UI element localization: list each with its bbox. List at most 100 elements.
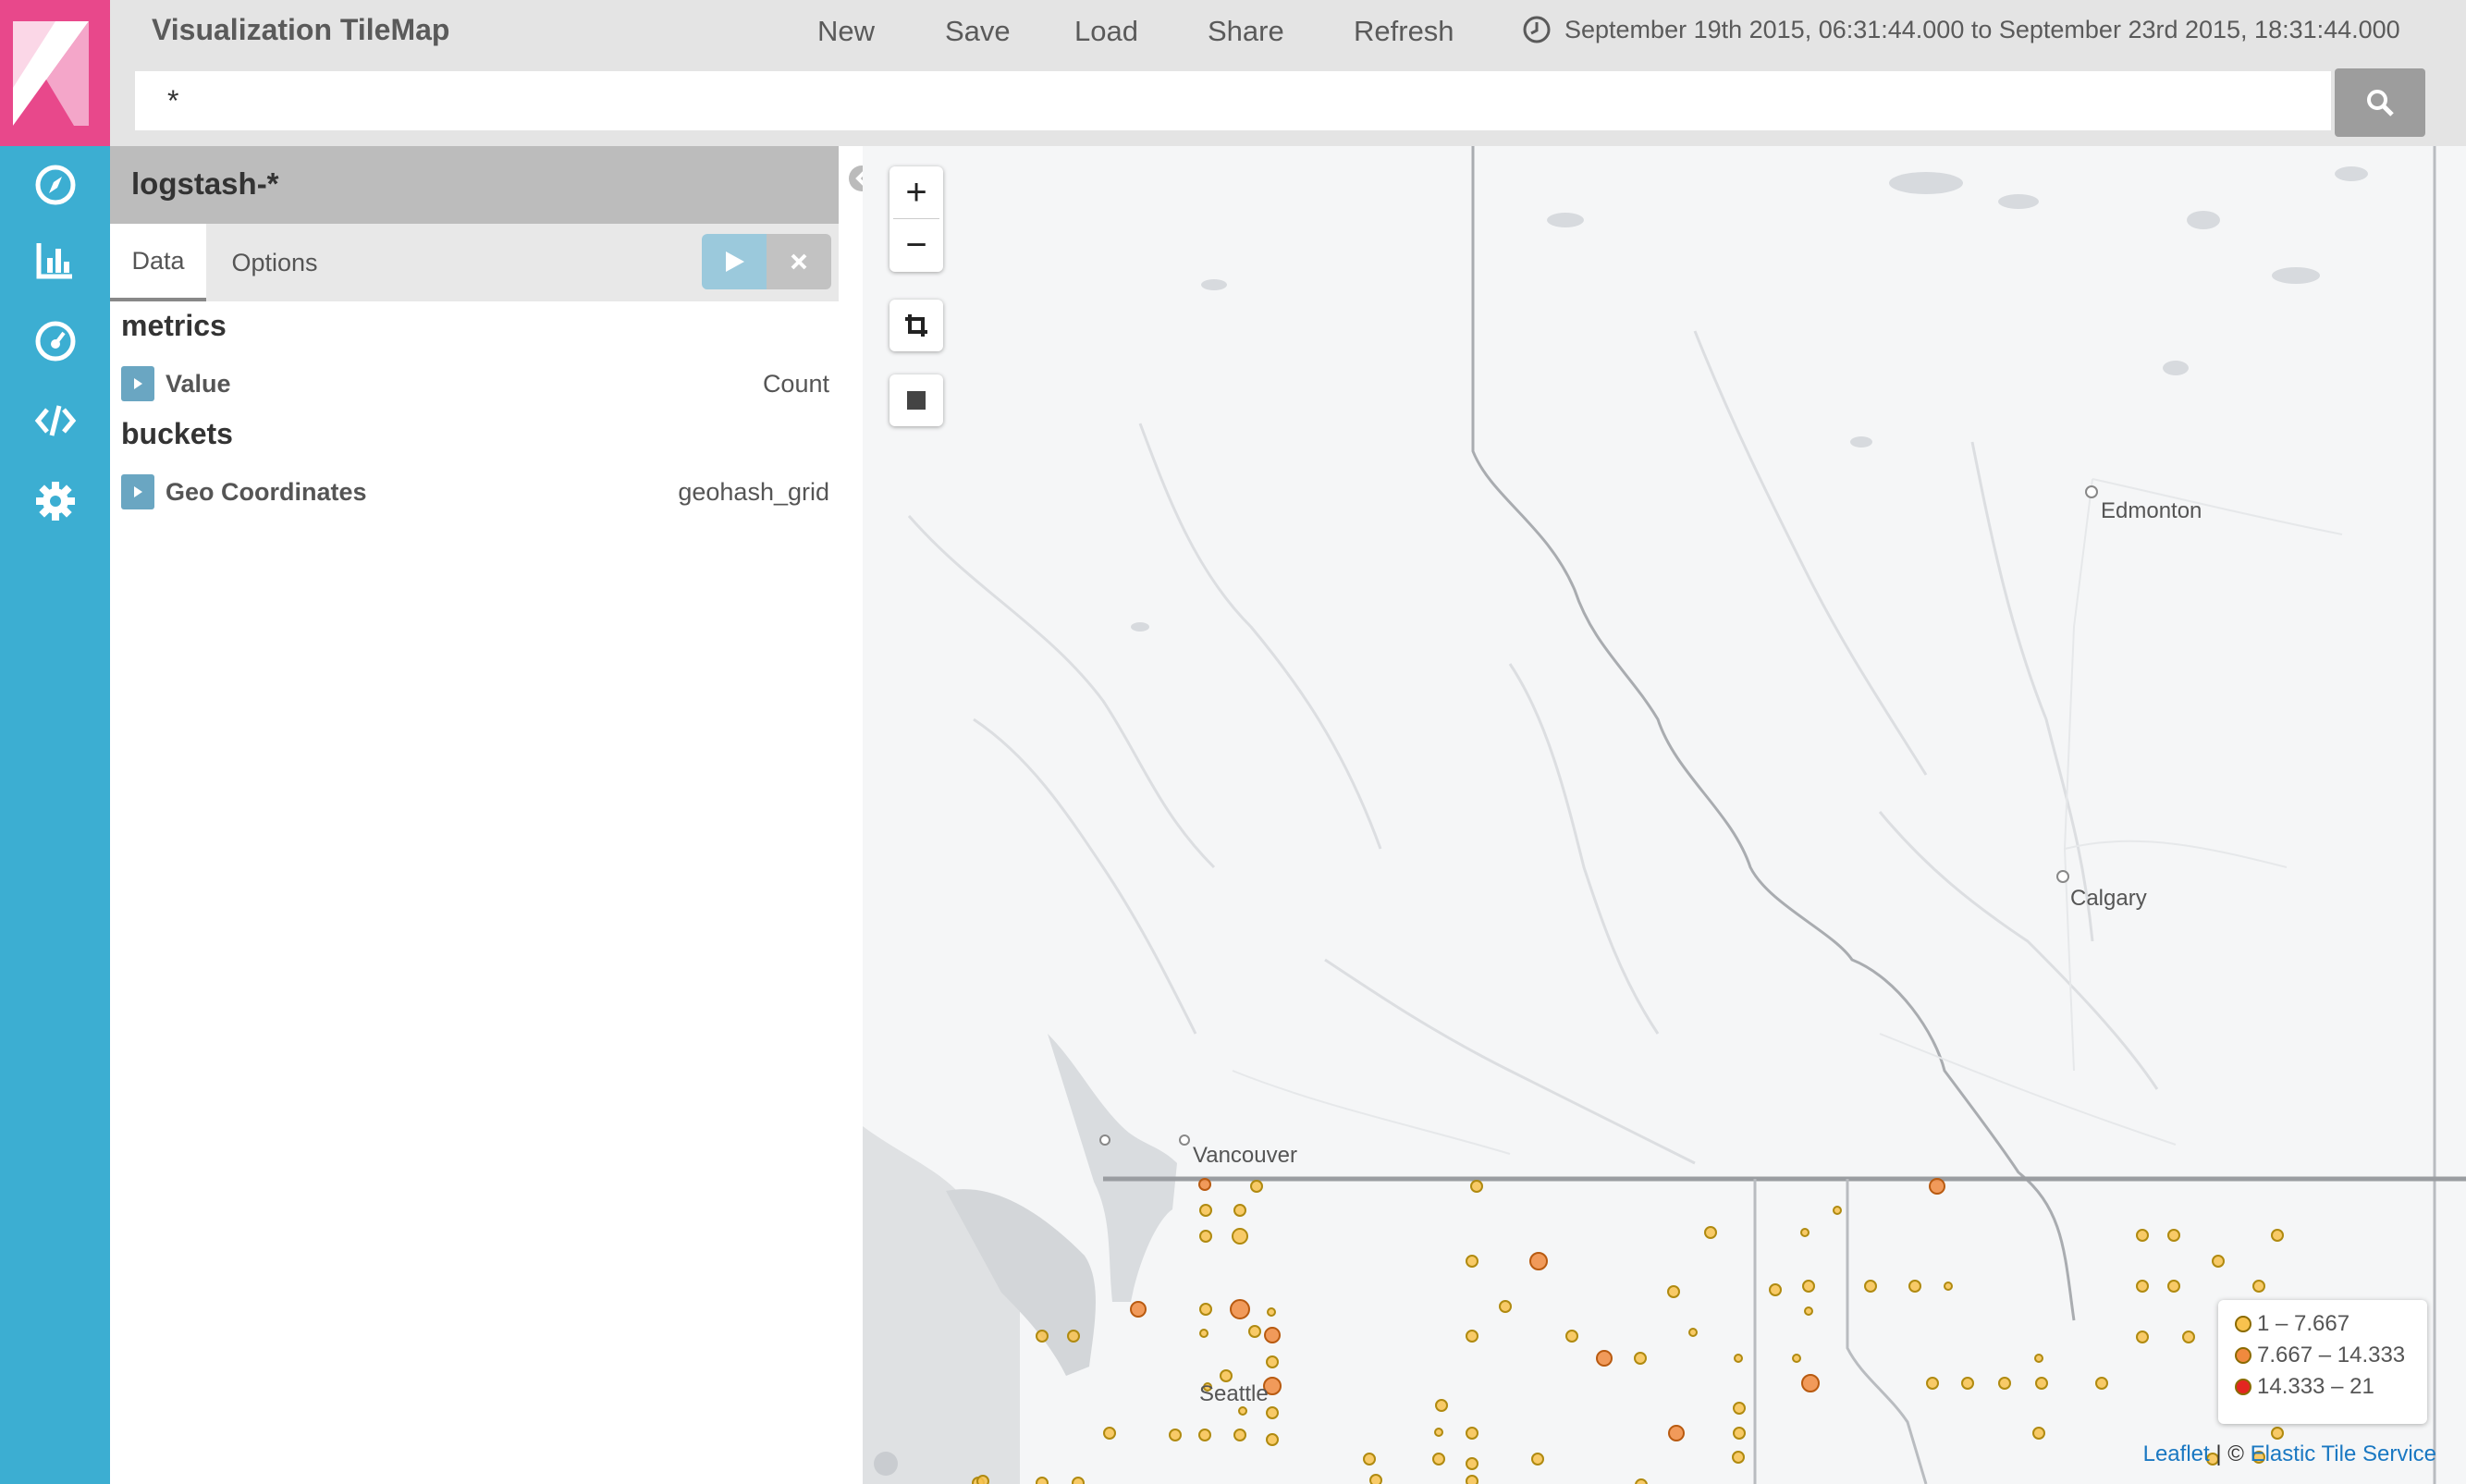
geohash-marker[interactable]: [2035, 1377, 2048, 1390]
geohash-marker[interactable]: [1434, 1428, 1443, 1437]
geohash-marker[interactable]: [1466, 1457, 1478, 1470]
geohash-marker[interactable]: [1369, 1474, 1382, 1484]
geohash-marker[interactable]: [1220, 1369, 1233, 1382]
geohash-marker[interactable]: [2167, 1280, 2180, 1293]
geohash-marker[interactable]: [1266, 1406, 1279, 1419]
geohash-marker[interactable]: [1199, 1303, 1212, 1316]
geohash-marker[interactable]: [1596, 1350, 1613, 1367]
geohash-marker[interactable]: [1169, 1429, 1182, 1441]
zoom-out-button[interactable]: −: [889, 219, 943, 271]
geohash-marker[interactable]: [1732, 1451, 1745, 1464]
geohash-marker[interactable]: [1199, 1204, 1212, 1217]
geohash-marker[interactable]: [2182, 1331, 2195, 1343]
geohash-marker[interactable]: [1668, 1425, 1685, 1441]
tab-options[interactable]: Options: [214, 224, 336, 301]
load-button[interactable]: Load: [1074, 15, 1138, 48]
geohash-marker[interactable]: [1792, 1354, 1801, 1363]
settings-icon[interactable]: [0, 469, 110, 534]
discard-changes-button[interactable]: [767, 234, 831, 289]
geohash-marker[interactable]: [1466, 1475, 1478, 1484]
geohash-marker[interactable]: [2167, 1229, 2180, 1242]
geohash-marker[interactable]: [1733, 1427, 1746, 1440]
refresh-button[interactable]: Refresh: [1354, 15, 1454, 48]
bucket-agg-row[interactable]: Geo Coordinates geohash_grid: [121, 471, 829, 513]
geohash-marker[interactable]: [1634, 1352, 1647, 1365]
zoom-in-button[interactable]: +: [889, 166, 943, 218]
geohash-marker[interactable]: [1926, 1377, 1939, 1390]
geohash-marker[interactable]: [1199, 1230, 1212, 1243]
geohash-marker[interactable]: [1267, 1307, 1276, 1317]
geohash-marker[interactable]: [1466, 1427, 1478, 1440]
geohash-marker[interactable]: [1230, 1299, 1250, 1319]
geohash-marker[interactable]: [1264, 1327, 1281, 1343]
geohash-marker[interactable]: [1704, 1226, 1717, 1239]
tab-data[interactable]: Data: [110, 224, 206, 301]
discover-icon[interactable]: [0, 153, 110, 217]
geohash-marker[interactable]: [2034, 1354, 2043, 1363]
draw-rectangle-button[interactable]: [889, 374, 943, 426]
expand-toggle[interactable]: [121, 474, 154, 509]
geohash-marker[interactable]: [1036, 1477, 1049, 1484]
geohash-marker[interactable]: [1864, 1280, 1877, 1293]
leaflet-link[interactable]: Leaflet: [2143, 1441, 2210, 1466]
geohash-marker[interactable]: [1036, 1330, 1049, 1343]
geohash-marker[interactable]: [1103, 1427, 1116, 1440]
geohash-marker[interactable]: [1529, 1252, 1548, 1270]
geohash-marker[interactable]: [1432, 1453, 1445, 1466]
geohash-marker[interactable]: [1908, 1280, 1921, 1293]
geohash-marker[interactable]: [1804, 1306, 1813, 1316]
fit-bounds-button[interactable]: [889, 300, 943, 351]
geohash-marker[interactable]: [1800, 1228, 1810, 1237]
geohash-marker[interactable]: [1233, 1429, 1246, 1441]
geohash-marker[interactable]: [1929, 1178, 1945, 1195]
geohash-marker[interactable]: [1499, 1300, 1512, 1313]
geohash-marker[interactable]: [1198, 1178, 1211, 1191]
geohash-marker[interactable]: [1363, 1453, 1376, 1466]
geohash-marker[interactable]: [1734, 1354, 1743, 1363]
geohash-marker[interactable]: [1266, 1433, 1279, 1446]
geohash-marker[interactable]: [2136, 1229, 2149, 1242]
apply-changes-button[interactable]: [702, 234, 767, 289]
elastic-tile-service-link[interactable]: Elastic Tile Service: [2251, 1441, 2436, 1466]
geohash-marker[interactable]: [1266, 1355, 1279, 1368]
geohash-marker[interactable]: [1802, 1280, 1815, 1293]
geohash-marker[interactable]: [1688, 1328, 1698, 1337]
tile-map[interactable]: Edmonton Calgary Vancouver Seattle + − 1…: [863, 146, 2466, 1484]
geohash-marker[interactable]: [1565, 1330, 1578, 1343]
geohash-marker[interactable]: [1961, 1377, 1974, 1390]
geohash-marker[interactable]: [2212, 1255, 2225, 1268]
geohash-marker[interactable]: [1072, 1477, 1085, 1484]
geohash-marker[interactable]: [1733, 1402, 1746, 1415]
geohash-marker[interactable]: [1667, 1285, 1680, 1298]
geohash-marker[interactable]: [1067, 1330, 1080, 1343]
geohash-marker[interactable]: [1248, 1325, 1261, 1338]
geohash-marker[interactable]: [1198, 1429, 1211, 1441]
geohash-marker[interactable]: [2095, 1377, 2108, 1390]
search-input[interactable]: [135, 71, 2331, 130]
save-button[interactable]: Save: [945, 15, 1011, 48]
geohash-marker[interactable]: [1232, 1228, 1248, 1245]
geohash-marker[interactable]: [1635, 1478, 1648, 1484]
new-button[interactable]: New: [817, 15, 875, 48]
search-button[interactable]: [2335, 68, 2425, 137]
geohash-marker[interactable]: [2032, 1427, 2045, 1440]
geohash-marker[interactable]: [976, 1475, 989, 1484]
geohash-marker[interactable]: [2271, 1229, 2284, 1242]
geohash-marker[interactable]: [1531, 1453, 1544, 1466]
geohash-marker[interactable]: [1769, 1283, 1782, 1296]
geohash-marker[interactable]: [1466, 1255, 1478, 1268]
visualize-icon[interactable]: [0, 227, 110, 292]
geohash-marker[interactable]: [1944, 1282, 1953, 1291]
geohash-marker[interactable]: [1435, 1399, 1448, 1412]
dashboard-icon[interactable]: [0, 309, 110, 374]
geohash-marker[interactable]: [1833, 1206, 1842, 1215]
dev-tools-icon[interactable]: [0, 388, 110, 453]
geohash-marker[interactable]: [1199, 1329, 1208, 1338]
metric-agg-row[interactable]: Value Count: [121, 362, 829, 405]
geohash-marker[interactable]: [1250, 1180, 1263, 1193]
geohash-marker[interactable]: [1238, 1406, 1247, 1416]
geohash-marker[interactable]: [1998, 1377, 2011, 1390]
geohash-marker[interactable]: [1470, 1180, 1483, 1193]
geohash-marker[interactable]: [1233, 1204, 1246, 1217]
expand-toggle[interactable]: [121, 366, 154, 401]
